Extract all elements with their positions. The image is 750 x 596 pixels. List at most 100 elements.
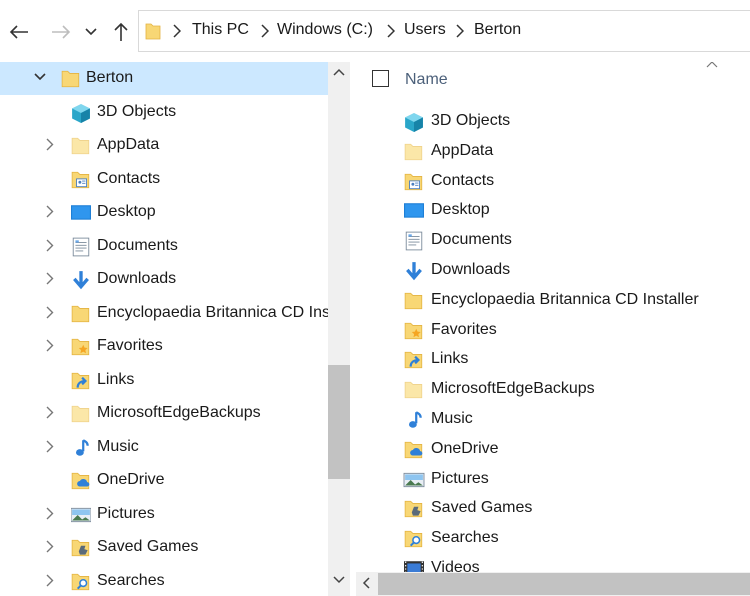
file-list-item[interactable]: Saved Games [403,494,743,524]
chevron-right-icon[interactable] [46,507,54,520]
scroll-up-icon[interactable] [333,68,345,76]
onedrive-icon [404,441,423,458]
nav-tree-item-label: AppData [97,136,160,153]
pictures-icon [403,472,425,487]
scrollbar-thumb[interactable] [328,365,350,479]
pictures-icon [71,507,91,522]
nav-tree-item-label: Desktop [97,203,156,220]
navigation-pane: Berton 3D Objects AppData Contacts Desktop Do… [0,62,328,596]
scroll-down-icon[interactable] [333,576,345,584]
downloads-icon [406,262,422,281]
chevron-down-icon[interactable] [34,73,46,81]
nav-tree-item-label: Links [97,370,135,388]
file-list-item-label: AppData [431,141,494,159]
saved-games-icon [71,539,90,557]
file-list-item[interactable]: Favorites [403,316,743,346]
file-list-item[interactable]: OneDrive [403,435,743,465]
file-list-item[interactable]: Downloads [403,256,743,286]
folder-icon [404,292,423,309]
chevron-right-icon[interactable] [46,205,54,218]
back-arrow-icon [9,25,28,39]
file-list-item[interactable]: MicrosoftEdgeBackups [403,375,743,405]
chevron-right-icon[interactable] [46,540,54,553]
3d-objects-icon [405,113,423,132]
file-list-item-label: Saved Games [431,499,533,517]
chevron-right-icon[interactable] [46,272,54,285]
file-list-item-label: Contacts [431,171,495,189]
navigation-pane-scrollbar[interactable] [328,62,350,596]
folder-icon [61,70,80,88]
chevron-right-icon [456,24,464,38]
nav-tree-item-label: 3D Objects [97,102,177,120]
breadcrumb-berton[interactable]: Berton [474,21,521,39]
nav-tree-item[interactable]: 3D Objects [0,96,328,129]
chevron-right-icon[interactable] [46,239,54,252]
up-arrow-icon [114,22,128,41]
file-list-item[interactable]: AppData [403,137,743,167]
back-button[interactable] [6,18,32,46]
nav-tree-item-label: Pictures [97,504,155,522]
folder-icon [71,305,90,322]
nav-tree-item[interactable]: Documents [0,230,328,263]
folder-pale-icon [404,143,423,160]
nav-tree-item[interactable]: Pictures [0,498,328,531]
file-list-item[interactable]: Links [403,345,743,375]
breadcrumb-users[interactable]: Users [404,21,446,39]
file-list-item[interactable]: Desktop [403,196,743,226]
file-list-item-label: Downloads [431,261,511,278]
nav-tree-item-label: Encyclopaedia Britannica CD Ins [97,303,328,321]
file-list-item[interactable]: Pictures [403,465,743,495]
nav-tree-item[interactable]: Desktop [0,196,328,229]
nav-tree-item-label: Berton [86,69,134,86]
links-icon [404,352,423,369]
nav-tree-item-label: Downloads [97,270,177,287]
desktop-icon [404,203,424,219]
up-button[interactable] [108,18,134,46]
music-icon [409,411,422,428]
favorites-icon [404,322,423,339]
nav-tree-item[interactable]: Music [0,431,328,464]
file-list-item[interactable]: Music [403,405,743,435]
nav-tree-item[interactable]: OneDrive [0,464,328,497]
scrollbar-thumb[interactable] [378,573,750,595]
breadcrumb-windows-c[interactable]: Windows (C:) [277,21,373,39]
scroll-left-icon[interactable] [362,577,370,589]
file-list-item[interactable]: Documents [403,226,743,256]
favorites-icon [71,338,90,356]
chevron-down-icon [85,28,97,36]
sort-ascending-icon [706,62,718,68]
column-header-name[interactable]: Name [405,71,448,89]
nav-tree-item[interactable]: MicrosoftEdgeBackups [0,397,328,430]
chevron-right-icon[interactable] [46,440,54,453]
file-list-item[interactable]: Searches [403,524,743,554]
file-list-item-label: Pictures [431,469,489,487]
nav-tree-item[interactable]: Favorites [0,330,328,363]
chevron-right-icon[interactable] [46,339,54,352]
nav-tree-item-label: Searches [97,571,165,589]
nav-tree-item[interactable]: Searches [0,565,328,596]
folder-pale-icon [71,405,90,423]
file-list-item[interactable]: Encyclopaedia Britannica CD Installer [403,286,743,316]
chevron-right-icon[interactable] [46,574,54,587]
nav-tree-item[interactable]: Berton [0,62,328,95]
file-list-item[interactable]: Contacts [403,167,743,197]
nav-tree-item[interactable]: AppData [0,129,328,162]
breadcrumb-this-pc[interactable]: This PC [192,21,249,39]
address-bar[interactable]: This PC Windows (C:) Users Berton [138,10,750,52]
chevron-right-icon[interactable] [46,138,54,151]
recent-locations-button[interactable] [80,18,102,46]
nav-tree-item[interactable]: Contacts [0,163,328,196]
chevron-right-icon[interactable] [46,306,54,319]
chevron-right-icon [387,24,395,38]
nav-tree-item-label: Documents [97,236,178,254]
file-list: Name 3D Objects AppData Contacts Desktop Doc… [356,62,750,596]
file-list-horizontal-scrollbar[interactable] [356,572,750,596]
select-all-checkbox[interactable] [372,70,389,87]
nav-tree-item[interactable]: Encyclopaedia Britannica CD Ins [0,297,328,330]
forward-button[interactable] [48,18,74,46]
chevron-right-icon[interactable] [46,406,54,419]
nav-tree-item[interactable]: Downloads [0,263,328,296]
nav-tree-item[interactable]: Links [0,364,328,397]
file-list-item[interactable]: 3D Objects [403,107,743,137]
nav-tree-item[interactable]: Saved Games [0,531,328,564]
